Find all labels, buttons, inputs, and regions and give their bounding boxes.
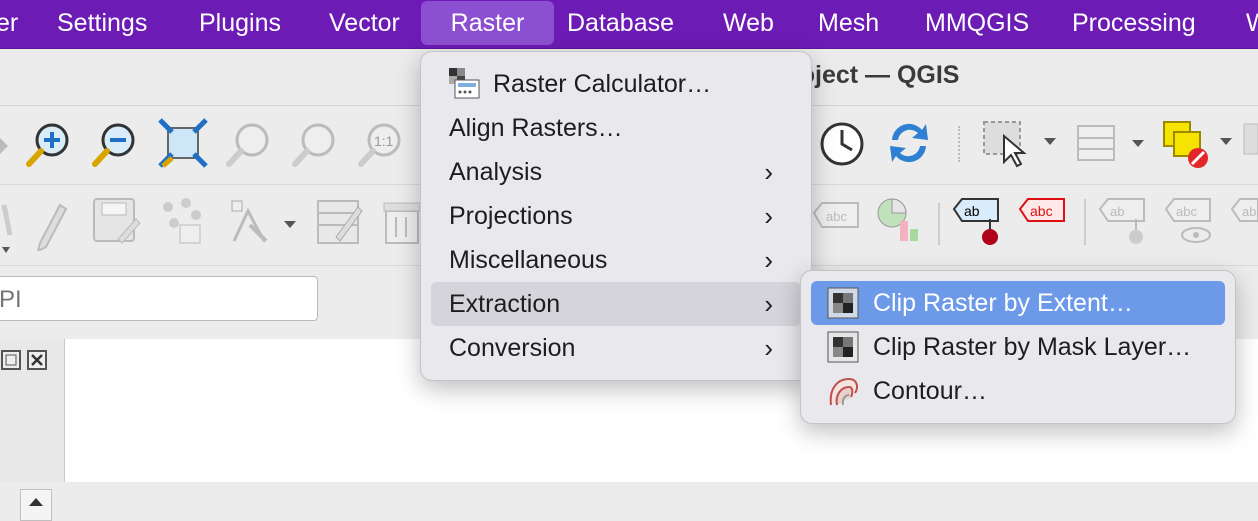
menu-raster[interactable]: Raster xyxy=(421,1,554,45)
menu-item-clip-raster-by-extent[interactable]: Clip Raster by Extent… xyxy=(811,281,1225,325)
layers-panel xyxy=(0,339,65,521)
menu-layer[interactable]: er xyxy=(0,0,18,46)
panel-float-icon[interactable] xyxy=(0,349,50,371)
menu-bar: er Settings Plugins Vector Raster Databa… xyxy=(0,0,1258,49)
menu-mmqgis[interactable]: MMQGIS xyxy=(925,0,1029,46)
scroll-up-icon[interactable] xyxy=(21,490,51,514)
pencil-icon[interactable] xyxy=(30,195,74,251)
label-highlight-icon[interactable]: abc xyxy=(1018,197,1068,237)
toolbar-separator-2 xyxy=(938,203,940,245)
clip-extent-icon xyxy=(827,287,859,319)
menu-item-conversion[interactable]: Conversion › xyxy=(431,326,801,370)
menu-item-miscellaneous[interactable]: Miscellaneous › xyxy=(431,238,801,282)
extraction-submenu: Clip Raster by Extent… Clip Raster by Ma… xyxy=(800,270,1236,424)
menu-item-label: Extraction xyxy=(449,290,561,318)
toolbar-separator-3 xyxy=(1084,199,1086,245)
menu-item-clip-raster-by-mask[interactable]: Clip Raster by Mask Layer… xyxy=(811,325,1225,369)
svg-text:ab: ab xyxy=(1242,204,1256,219)
submenu-item-label: Contour… xyxy=(873,377,987,405)
zoom-full-icon[interactable] xyxy=(158,118,208,168)
chevron-right-icon: › xyxy=(764,333,773,363)
menu-item-extraction[interactable]: Extraction › xyxy=(431,282,801,326)
submenu-item-label: Clip Raster by Extent… xyxy=(873,289,1133,317)
menu-item-analysis[interactable]: Analysis › xyxy=(431,150,801,194)
menu-vector[interactable]: Vector xyxy=(329,0,400,46)
menu-item-align-rasters[interactable]: Align Rasters… xyxy=(431,106,801,150)
toggle-edit-arrow-icon[interactable] xyxy=(0,195,14,255)
raster-menu: Raster Calculator… Align Rasters… Analys… xyxy=(420,51,812,381)
change-label-icon[interactable]: ab xyxy=(1230,197,1258,237)
zoom-native-icon[interactable]: 1:1 xyxy=(356,120,406,170)
menu-window[interactable]: W xyxy=(1246,0,1258,46)
svg-text:ab: ab xyxy=(964,203,980,219)
zoom-out-icon[interactable] xyxy=(90,120,140,170)
pan-arrow-icon[interactable] xyxy=(0,126,10,166)
zoom-to-selection-icon[interactable] xyxy=(224,120,274,170)
svg-text:1:1: 1:1 xyxy=(374,133,394,149)
svg-text:abc: abc xyxy=(1176,204,1197,219)
move-label-icon[interactable]: ab xyxy=(952,197,1004,249)
temporal-controller-icon[interactable] xyxy=(818,120,868,170)
chevron-right-icon: › xyxy=(764,157,773,187)
delete-icon[interactable] xyxy=(382,197,422,247)
zoom-in-icon[interactable] xyxy=(24,120,74,170)
menu-web[interactable]: Web xyxy=(723,0,774,46)
menu-item-label: Analysis xyxy=(449,158,543,186)
menu-item-label: Projections xyxy=(449,202,573,230)
attribute-table-icon[interactable] xyxy=(1076,122,1148,168)
menu-database[interactable]: Database xyxy=(567,0,674,46)
label-tool-icon[interactable]: abc xyxy=(812,199,862,239)
edit-attributes-icon[interactable] xyxy=(316,197,366,247)
zoom-to-layer-icon[interactable] xyxy=(290,120,340,170)
contour-icon xyxy=(829,377,858,406)
svg-text:abc: abc xyxy=(1030,203,1053,219)
digitize-points-icon[interactable] xyxy=(158,197,208,247)
svg-text:abc: abc xyxy=(826,209,847,224)
vertex-tool-icon[interactable] xyxy=(226,197,306,247)
deselect-icon[interactable] xyxy=(1162,118,1258,174)
layer-search-field[interactable] xyxy=(0,276,318,321)
menu-item-label: Align Rasters… xyxy=(449,114,623,142)
menu-item-label: Miscellaneous xyxy=(449,246,608,274)
select-features-icon[interactable] xyxy=(982,118,1062,168)
menu-item-raster-calculator[interactable]: Raster Calculator… xyxy=(431,62,801,106)
show-hide-labels-icon[interactable]: abc xyxy=(1164,197,1216,249)
chevron-right-icon: › xyxy=(764,201,773,231)
diagram-icon[interactable] xyxy=(874,195,924,247)
toolbar-separator xyxy=(958,126,966,162)
chevron-right-icon: › xyxy=(764,245,773,275)
menu-item-label: Raster Calculator… xyxy=(493,70,712,98)
clip-mask-icon xyxy=(827,331,859,363)
menu-settings[interactable]: Settings xyxy=(57,0,147,46)
refresh-icon[interactable] xyxy=(884,118,934,168)
search-input[interactable] xyxy=(0,285,301,315)
menu-processing[interactable]: Processing xyxy=(1072,0,1196,46)
menu-item-projections[interactable]: Projections › xyxy=(431,194,801,238)
menu-plugins[interactable]: Plugins xyxy=(199,0,281,46)
svg-text:ab: ab xyxy=(1110,204,1124,219)
window-title: roject — QGIS xyxy=(790,61,960,89)
panel-scrollbar[interactable] xyxy=(20,489,52,521)
submenu-item-label: Clip Raster by Mask Layer… xyxy=(873,333,1192,361)
rotate-label-icon[interactable]: ab xyxy=(1098,197,1150,249)
menu-mesh[interactable]: Mesh xyxy=(818,0,879,46)
menu-item-label: Conversion xyxy=(449,334,576,362)
raster-calculator-icon xyxy=(449,68,480,99)
save-edits-icon[interactable] xyxy=(92,197,142,247)
chevron-right-icon: › xyxy=(764,289,773,319)
menu-item-contour[interactable]: Contour… xyxy=(811,369,1225,413)
